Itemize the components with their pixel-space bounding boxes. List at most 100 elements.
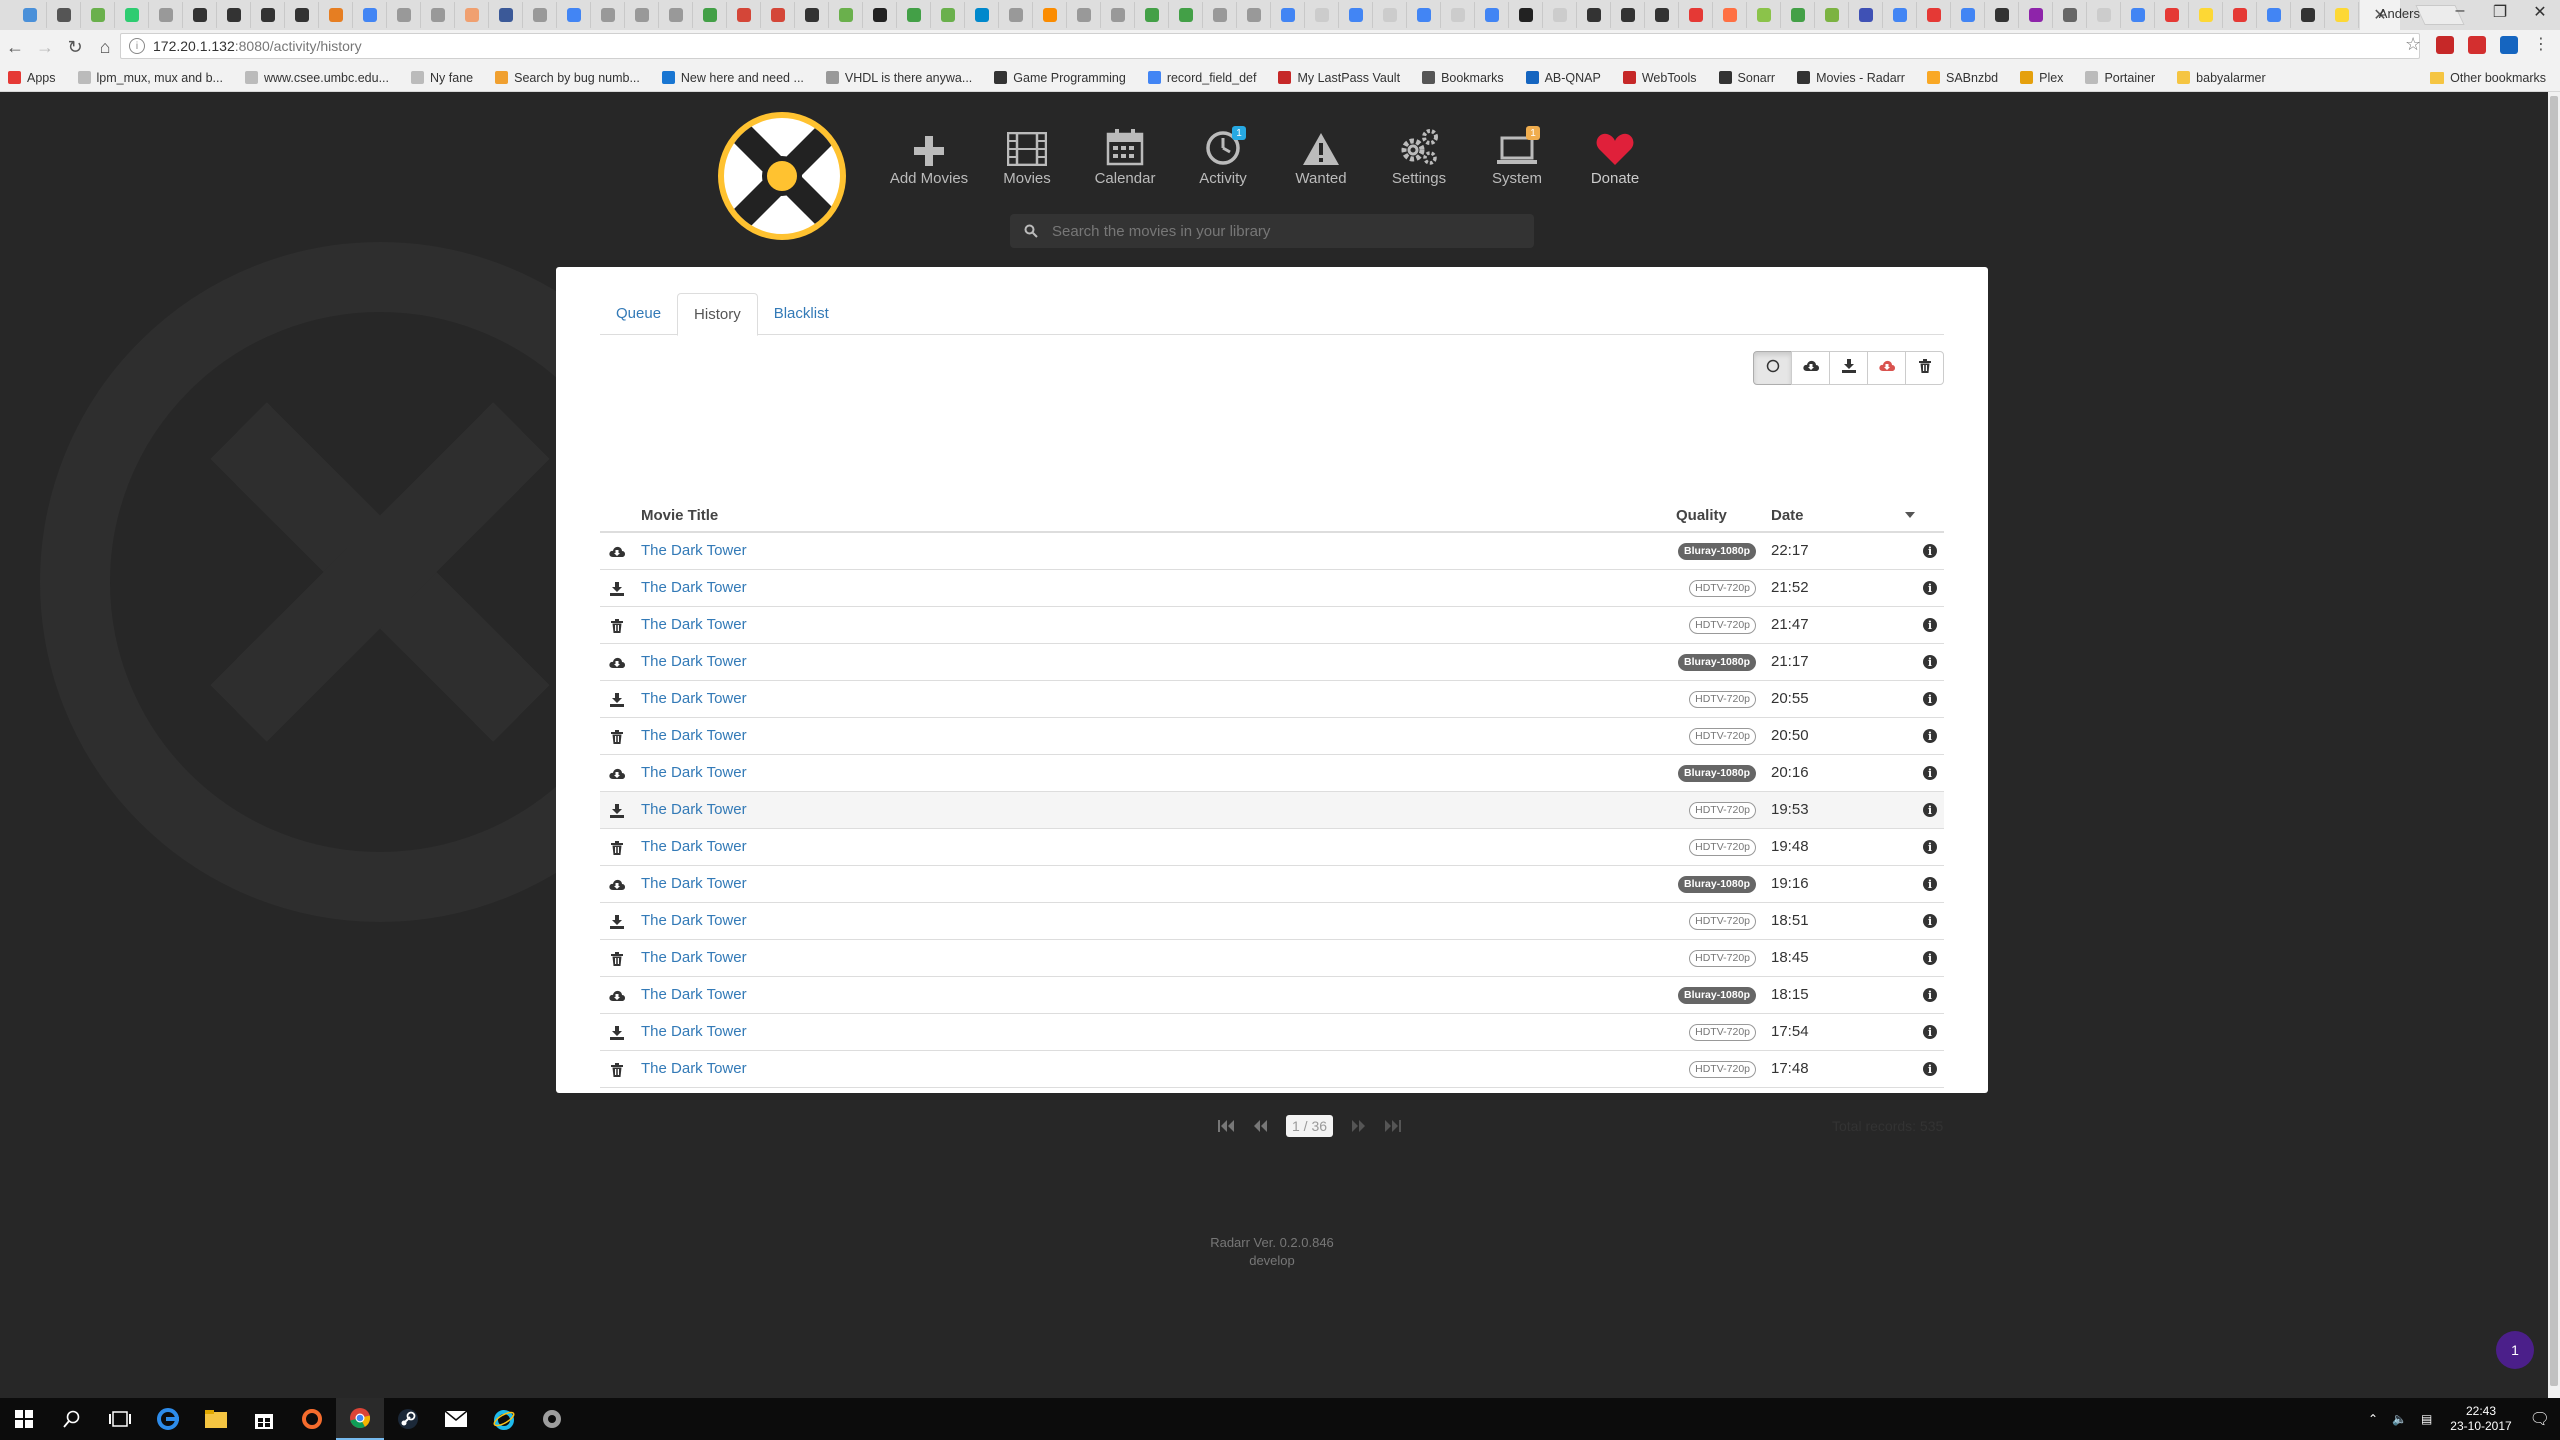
table-row[interactable]: The Dark Tower Bluray-1080p 22:17 i <box>600 533 1944 570</box>
browser-tab[interactable] <box>1510 2 1543 28</box>
browser-tab[interactable] <box>762 2 795 28</box>
browser-tab[interactable] <box>592 2 625 28</box>
browser-tab[interactable] <box>490 2 523 28</box>
browser-tab[interactable] <box>1680 2 1713 28</box>
browser-tab[interactable] <box>1068 2 1101 28</box>
nav-donate[interactable]: Donate <box>1566 124 1664 187</box>
address-bar[interactable]: i 172.20.1.132:8080/activity/history <box>120 33 2420 59</box>
movie-title-link[interactable]: The Dark Tower <box>641 875 747 892</box>
bookmark-item[interactable]: My LastPass Vault <box>1278 71 1400 85</box>
bookmark-item[interactable]: AB-QNAP <box>1525 71 1601 85</box>
search-icon[interactable] <box>48 1398 96 1440</box>
bookmark-item[interactable]: New here and need ... <box>661 71 804 85</box>
app-icon[interactable] <box>528 1398 576 1440</box>
info-icon[interactable]: i <box>1923 766 1937 780</box>
profile-name[interactable]: Anders <box>2379 6 2420 21</box>
browser-tab[interactable] <box>388 2 421 28</box>
browser-tab[interactable] <box>2054 2 2087 28</box>
task-view-icon[interactable] <box>96 1398 144 1440</box>
browser-tab[interactable] <box>1748 2 1781 28</box>
mail-icon[interactable] <box>432 1398 480 1440</box>
browser-tab[interactable] <box>1000 2 1033 28</box>
browser-tab[interactable] <box>2122 2 2155 28</box>
browser-tab[interactable] <box>2156 2 2189 28</box>
movie-title-link[interactable]: The Dark Tower <box>641 764 747 781</box>
chrome-menu-icon[interactable]: ⋮ <box>2532 36 2550 54</box>
sort-desc-icon[interactable] <box>1905 512 1915 518</box>
browser-tab[interactable] <box>1034 2 1067 28</box>
filter-imported-button[interactable] <box>1829 351 1868 385</box>
movie-title-link[interactable]: The Dark Tower <box>641 690 747 707</box>
browser-tab[interactable] <box>2224 2 2257 28</box>
browser-tab[interactable] <box>1272 2 1305 28</box>
browser-tab[interactable] <box>116 2 149 28</box>
browser-tab[interactable] <box>1918 2 1951 28</box>
browser-tab[interactable] <box>1102 2 1135 28</box>
notifications-icon[interactable]: 🗨 <box>2530 1409 2550 1429</box>
browser-tab[interactable] <box>1170 2 1203 28</box>
page-indicator[interactable]: 1 / 36 <box>1286 1115 1334 1137</box>
info-icon[interactable]: i <box>1923 877 1937 891</box>
origin-icon[interactable] <box>288 1398 336 1440</box>
filter-all-button[interactable] <box>1753 351 1792 385</box>
nav-wanted[interactable]: Wanted <box>1272 124 1370 187</box>
bookmark-item[interactable]: Game Programming <box>994 71 1126 85</box>
browser-tab[interactable] <box>898 2 931 28</box>
column-date[interactable]: Date <box>1771 507 1804 524</box>
tray-chevron-icon[interactable]: ⌃ <box>2368 1412 2378 1426</box>
movie-title-link[interactable]: The Dark Tower <box>641 579 747 596</box>
clock[interactable]: 22:43 23-10-2017 <box>2450 1404 2511 1434</box>
chrome-icon[interactable] <box>336 1398 384 1440</box>
column-quality[interactable]: Quality <box>1676 507 1727 524</box>
store-icon[interactable] <box>240 1398 288 1440</box>
bookmark-item[interactable]: Sonarr <box>1718 71 1775 85</box>
browser-tab[interactable] <box>2258 2 2291 28</box>
browser-tab[interactable] <box>48 2 81 28</box>
nav-activity[interactable]: Activity 1 <box>1174 124 1272 187</box>
browser-tab[interactable] <box>1646 2 1679 28</box>
nav-calendar[interactable]: Calendar <box>1076 124 1174 187</box>
bookmark-item[interactable]: www.csee.umbc.edu... <box>244 71 389 85</box>
browser-tab[interactable] <box>1204 2 1237 28</box>
info-icon[interactable]: i <box>1923 840 1937 854</box>
browser-tab[interactable] <box>2326 2 2359 28</box>
browser-tab[interactable] <box>1442 2 1475 28</box>
page-scrollbar[interactable] <box>2548 92 2560 1398</box>
browser-tab[interactable] <box>932 2 965 28</box>
browser-tab[interactable] <box>1476 2 1509 28</box>
browser-tab[interactable] <box>1782 2 1815 28</box>
bookmark-item[interactable]: Portainer <box>2085 71 2155 85</box>
info-icon[interactable]: i <box>1923 803 1937 817</box>
movie-title-link[interactable]: The Dark Tower <box>641 986 747 1003</box>
info-icon[interactable]: i <box>1923 914 1937 928</box>
browser-tab[interactable] <box>626 2 659 28</box>
home-icon[interactable]: ⌂ <box>90 37 120 58</box>
bookmark-item[interactable]: Apps <box>8 71 56 85</box>
browser-tab[interactable] <box>1340 2 1373 28</box>
filter-deleted-button[interactable] <box>1905 351 1944 385</box>
nav-movies[interactable]: Movies <box>978 124 1076 187</box>
browser-tab[interactable] <box>1986 2 2019 28</box>
volume-icon[interactable]: 🔈 <box>2392 1412 2407 1426</box>
movie-title-link[interactable]: The Dark Tower <box>641 542 747 559</box>
bookmark-item[interactable]: record_field_def <box>1147 71 1256 85</box>
browser-tab[interactable] <box>218 2 251 28</box>
info-icon[interactable]: i <box>1923 729 1937 743</box>
bookmark-item[interactable]: SABnzbd <box>1926 71 1998 85</box>
nav-system[interactable]: System 1 <box>1468 124 1566 187</box>
info-icon[interactable]: i <box>1923 655 1937 669</box>
movie-title-link[interactable]: The Dark Tower <box>641 912 747 929</box>
info-icon[interactable]: i <box>1923 581 1937 595</box>
browser-tab[interactable] <box>184 2 217 28</box>
table-row[interactable]: The Dark Tower HDTV-720p 19:53 i <box>600 792 1944 829</box>
browser-tab[interactable] <box>320 2 353 28</box>
browser-tab[interactable] <box>1612 2 1645 28</box>
browser-tab[interactable] <box>1238 2 1271 28</box>
bookmark-item[interactable]: babyalarmer <box>2177 71 2266 85</box>
browser-tab[interactable] <box>150 2 183 28</box>
browser-tab[interactable] <box>1544 2 1577 28</box>
extension-icon[interactable] <box>2468 36 2486 54</box>
browser-tab[interactable] <box>2190 2 2223 28</box>
chat-bubble[interactable]: 1 <box>2496 1331 2534 1369</box>
info-icon[interactable]: i <box>1923 988 1937 1002</box>
